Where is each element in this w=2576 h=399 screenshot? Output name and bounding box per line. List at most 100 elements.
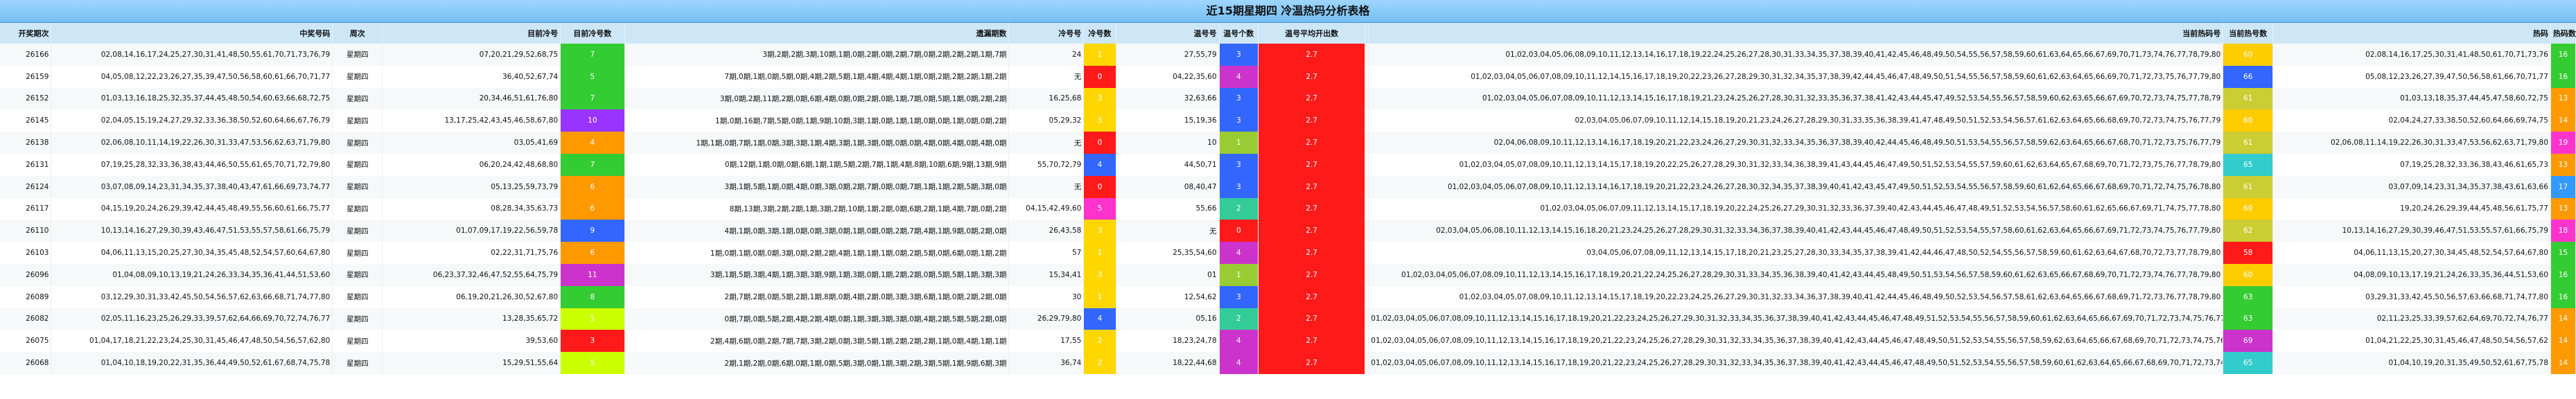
hot-numbers-cell: 01,04,21,22,25,30,31,45,46,47,48,50,54,5… xyxy=(2272,330,2551,353)
current-hot-count-cell: 61 xyxy=(2223,132,2274,154)
issue-cell: 26103 xyxy=(0,242,52,264)
hot-numbers-cell: 01,04,10,19,20,31,35,49,50,52,61,67,75,7… xyxy=(2272,352,2551,374)
header-cold-count: 冷号数 xyxy=(1083,23,1116,44)
current-cold-count-cell: 5 xyxy=(560,65,625,88)
issue-cell: 26124 xyxy=(0,175,52,198)
current-hot-count-cell: 60 xyxy=(2223,109,2274,132)
header-winning-numbers: 中奖号码 xyxy=(51,23,333,44)
current-hot-numbers-cell: 03,04,05,06,07,08,09,11,12,13,14,15,17,1… xyxy=(1368,242,2224,264)
cold-numbers-cell: 26,43,58 xyxy=(1008,220,1085,242)
hot-numbers-cell: 05,08,12,23,26,27,39,47,50,56,58,61,66,7… xyxy=(2272,65,2551,88)
hot-count-cell: 16 xyxy=(2550,44,2576,66)
current-cold-count-cell: 6 xyxy=(560,197,625,220)
missed-periods-cell: 7期,0期,1期,0期,5期,0期,4期,2期,5期,1期,4期,4期,4期,1… xyxy=(624,65,1010,88)
current-hot-count-cell: 66 xyxy=(2223,65,2274,88)
current-hot-numbers-cell: 01,02,03,04,05,06,07,08,09,10,11,12,13,1… xyxy=(1368,330,2224,353)
hot-count-cell: 16 xyxy=(2550,65,2576,88)
hot-count-cell: 16 xyxy=(2550,263,2576,286)
current-cold-cell: 13,28,35,65,72 xyxy=(382,308,561,330)
issue-cell: 26096 xyxy=(0,263,52,286)
table-row: 26152 01,03,13,16,18,25,32,35,37,44,45,48… xyxy=(0,87,2576,110)
table-row: 26145 02,04,05,15,19,24,27,29,32,33,36,38… xyxy=(0,109,2576,132)
cold-count-cell: 1 xyxy=(1083,242,1116,264)
current-hot-numbers-cell: 01,02,03,04,05,06,07,08,09,10,11,12,13,1… xyxy=(1368,87,2224,110)
week-cell: 星期四 xyxy=(332,153,383,176)
hot-count-cell: 15 xyxy=(2550,242,2576,264)
warm-average-cell: 2.7 xyxy=(1258,44,1366,66)
current-hot-count-cell: 63 xyxy=(2223,308,2274,330)
issue-cell: 26068 xyxy=(0,352,52,374)
issue-cell: 26082 xyxy=(0,308,52,330)
header-current-hot-numbers: 当前热码号 xyxy=(1368,23,2224,44)
week-cell: 星期四 xyxy=(332,242,383,264)
hot-count-cell: 14 xyxy=(2550,352,2576,374)
current-hot-count-cell: 60 xyxy=(2223,197,2274,220)
issue-cell: 26166 xyxy=(0,44,52,66)
issue-cell: 26145 xyxy=(0,109,52,132)
cold-count-cell: 5 xyxy=(1083,197,1116,220)
table-row: 26131 07,19,25,28,32,33,36,38,43,44,46,50… xyxy=(0,153,2576,176)
current-cold-cell: 05,13,25,59,73,79 xyxy=(382,175,561,198)
cold-numbers-cell: 17,55 xyxy=(1008,330,1085,353)
table-row: 26082 02,05,11,16,23,25,26,29,33,39,57,62… xyxy=(0,308,2576,330)
current-hot-numbers-cell: 02,03,04,05,06,08,10,11,12,13,14,15,16,1… xyxy=(1368,220,2224,242)
week-cell: 星期四 xyxy=(332,132,383,154)
cold-numbers-cell: 36,74 xyxy=(1008,352,1085,374)
warm-count-cell: 3 xyxy=(1219,87,1259,110)
warm-average-cell: 2.7 xyxy=(1258,197,1366,220)
missed-periods-cell: 0期,7期,0期,5期,2期,4期,2期,4期,0期,1期,3期,3期,3期,0… xyxy=(624,308,1010,330)
week-cell: 星期四 xyxy=(332,65,383,88)
current-cold-cell: 06,19,20,21,26,30,52,67,80 xyxy=(382,285,561,308)
current-hot-numbers-cell: 01,02,03,04,05,06,07,08,09,10,11,12,14,1… xyxy=(1368,65,2224,88)
week-cell: 星期四 xyxy=(332,285,383,308)
current-cold-cell: 02,22,31,71,75,76 xyxy=(382,242,561,264)
header-cold-numbers: 冷号号 xyxy=(1008,23,1085,44)
hot-count-cell: 19 xyxy=(2550,132,2576,154)
current-hot-count-cell: 62 xyxy=(2223,220,2274,242)
warm-numbers-cell: 18,23,24,78 xyxy=(1116,330,1220,353)
cold-count-cell: 2 xyxy=(1083,330,1116,353)
current-cold-cell: 03,05,41,69 xyxy=(382,132,561,154)
cold-count-cell: 4 xyxy=(1083,153,1116,176)
table-row: 26089 03,12,29,30,31,33,42,45,50,54,56,57… xyxy=(0,285,2576,308)
winning-numbers-cell: 03,12,29,30,31,33,42,45,50,54,56,57,62,6… xyxy=(51,285,333,308)
missed-periods-cell: 1期,1期,0期,7期,1期,0期,3期,3期,1期,4期,3期,1期,3期,0… xyxy=(624,132,1010,154)
cold-numbers-cell: 16,25,68 xyxy=(1008,87,1085,110)
week-cell: 星期四 xyxy=(332,263,383,286)
cold-count-cell: 0 xyxy=(1083,65,1116,88)
warm-average-cell: 2.7 xyxy=(1258,65,1366,88)
warm-count-cell: 3 xyxy=(1219,153,1259,176)
warm-count-cell: 3 xyxy=(1219,44,1259,66)
missed-periods-cell: 0期,12期,1期,0期,0期,6期,1期,1期,5期,2期,7期,1期,4期,… xyxy=(624,153,1010,176)
current-cold-cell: 15,29,51,55,64 xyxy=(382,352,561,374)
winning-numbers-cell: 02,04,05,15,19,24,27,29,32,33,36,38,50,5… xyxy=(51,109,333,132)
winning-numbers-cell: 02,08,14,16,17,24,25,27,30,31,41,48,50,5… xyxy=(51,44,333,66)
table-body: 26166 02,08,14,16,17,24,25,27,30,31,41,48… xyxy=(0,44,2576,374)
table-row: 26075 01,04,17,18,21,22,23,24,25,30,31,45… xyxy=(0,330,2576,353)
current-hot-count-cell: 61 xyxy=(2223,175,2274,198)
hot-count-cell: 16 xyxy=(2550,285,2576,308)
current-hot-count-cell: 65 xyxy=(2223,153,2274,176)
analysis-table: 开奖期次 中奖号码 周次 目前冷号 目前冷号数 遗漏期数 冷号号 冷号数 温号号… xyxy=(0,23,2576,374)
current-hot-count-cell: 65 xyxy=(2223,352,2274,374)
current-cold-cell: 39,53,60 xyxy=(382,330,561,353)
current-hot-numbers-cell: 01,02,03,04,05,07,08,09,10,11,12,13,14,1… xyxy=(1368,285,2224,308)
table-row: 26117 04,15,19,20,24,26,29,39,42,44,45,48… xyxy=(0,197,2576,220)
winning-numbers-cell: 01,04,17,18,21,22,23,24,25,30,31,45,46,4… xyxy=(51,330,333,353)
table-row: 26124 03,07,08,09,14,23,31,34,35,37,38,40… xyxy=(0,175,2576,198)
warm-count-cell: 2 xyxy=(1219,308,1259,330)
warm-average-cell: 2.7 xyxy=(1258,109,1366,132)
issue-cell: 26152 xyxy=(0,87,52,110)
warm-count-cell: 1 xyxy=(1219,263,1259,286)
warm-count-cell: 3 xyxy=(1219,109,1259,132)
warm-numbers-cell: 无 xyxy=(1116,220,1220,242)
issue-cell: 26089 xyxy=(0,285,52,308)
week-cell: 星期四 xyxy=(332,330,383,353)
warm-numbers-cell: 44,50,71 xyxy=(1116,153,1220,176)
cold-count-cell: 0 xyxy=(1083,175,1116,198)
current-cold-count-cell: 6 xyxy=(560,175,625,198)
warm-average-cell: 2.7 xyxy=(1258,153,1366,176)
current-cold-count-cell: 4 xyxy=(560,132,625,154)
warm-numbers-cell: 15,19,36 xyxy=(1116,109,1220,132)
warm-average-cell: 2.7 xyxy=(1258,175,1366,198)
